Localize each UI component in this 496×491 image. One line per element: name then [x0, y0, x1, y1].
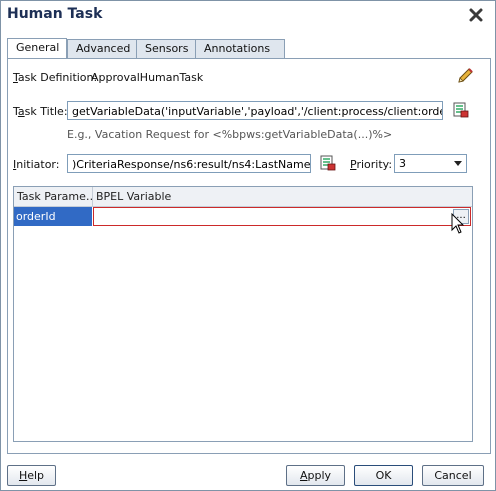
tab-label: Advanced: [76, 42, 131, 55]
column-header-bpel-variable[interactable]: BPEL Variable: [93, 187, 472, 206]
task-definition-label: Task Definition:: [13, 71, 98, 84]
initiator-field[interactable]: )CriteriaResponse/ns6:result/ns4:LastNam…: [67, 154, 311, 173]
tab-label: Annotations: [204, 42, 271, 55]
priority-select[interactable]: 3: [394, 154, 467, 173]
task-title-label: Task Title:: [13, 105, 68, 118]
task-definition-value: ApprovalHumanTask: [91, 71, 204, 84]
close-icon[interactable]: [467, 6, 485, 24]
pencil-icon[interactable]: [456, 67, 474, 85]
task-title-field[interactable]: getVariableData('inputVariable','payload…: [67, 101, 443, 120]
chevron-down-icon: [454, 161, 462, 166]
tab-general[interactable]: General: [7, 38, 67, 59]
tab-label: Sensors: [145, 42, 189, 55]
apply-button[interactable]: Apply: [286, 465, 345, 486]
table-row[interactable]: orderId ...: [14, 207, 472, 226]
table-header: Task Parame… BPEL Variable: [14, 187, 472, 207]
parameter-cell[interactable]: orderId: [14, 207, 92, 226]
expression-builder-icon[interactable]: [452, 101, 470, 119]
cancel-button[interactable]: Cancel: [422, 465, 484, 486]
priority-value: 3: [399, 157, 406, 170]
tab-advanced[interactable]: Advanced: [67, 39, 137, 58]
tab-annotations[interactable]: Annotations: [195, 39, 285, 58]
dialog-title: Human Task: [7, 6, 103, 22]
tab-sensors[interactable]: Sensors: [136, 39, 196, 58]
priority-label: Priority:: [350, 158, 393, 171]
help-button[interactable]: Help: [7, 465, 56, 486]
parameter-table: Task Parame… BPEL Variable orderId ...: [13, 186, 473, 442]
ok-button[interactable]: OK: [354, 465, 413, 486]
human-task-dialog: Human Task General Advanced Sensors Anno…: [0, 0, 496, 491]
initiator-label: Initiator:: [13, 158, 60, 171]
title-bar: Human Task: [1, 1, 495, 29]
tab-label: General: [16, 41, 60, 54]
bpel-variable-cell[interactable]: ...: [93, 207, 471, 226]
expression-builder-icon[interactable]: [319, 154, 337, 172]
mouse-pointer-icon: [451, 212, 465, 235]
task-title-hint: E.g., Vacation Request for <%bpws:getVar…: [67, 128, 393, 141]
column-header-task-parameter[interactable]: Task Parame…: [14, 187, 93, 206]
